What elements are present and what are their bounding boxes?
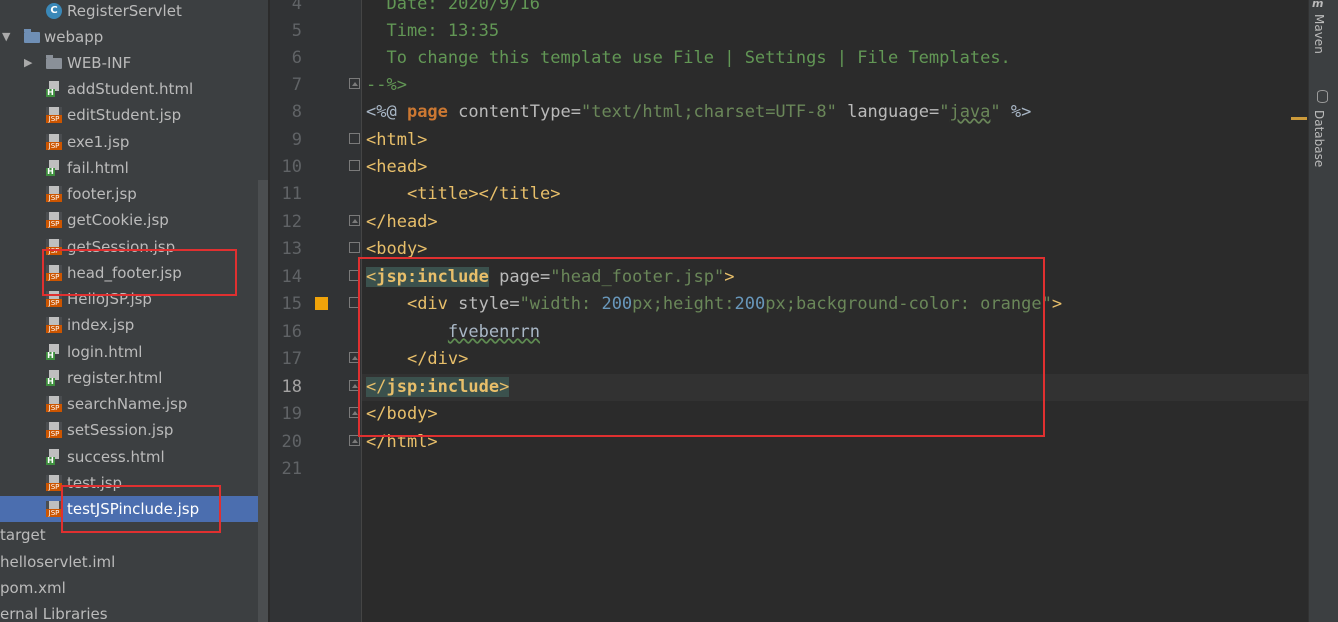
jsp-file-icon (46, 475, 62, 491)
html-file-icon (46, 449, 62, 465)
line-number: 9 (291, 130, 302, 150)
jsp-file-icon (46, 396, 62, 412)
database-tool-button[interactable]: Database (1312, 110, 1326, 167)
change-marker-icon[interactable] (315, 297, 328, 310)
code-line: --%> (366, 75, 407, 95)
folder-icon (46, 55, 62, 69)
maven-logo-icon: m (1312, 0, 1324, 10)
line-number-current: 18 (281, 377, 302, 397)
collapse-arrow-icon[interactable]: ▶ (24, 50, 32, 76)
line-number: 7 (291, 75, 302, 95)
tree-item-file[interactable]: footer.jsp (0, 181, 268, 207)
fold-marker-icon[interactable] (349, 133, 360, 144)
tree-item-file[interactable]: success.html (0, 444, 268, 470)
html-file-icon (46, 81, 62, 97)
project-tool-window: RegisterServlet ▼ webapp ▶ WEB-INF addSt… (0, 0, 268, 622)
tree-item-file[interactable]: fail.html (0, 155, 268, 181)
line-number: 6 (291, 48, 302, 68)
tree-item-file[interactable]: login.html (0, 339, 268, 365)
line-number: 8 (291, 102, 302, 122)
line-number: 13 (281, 239, 302, 259)
line-number: 21 (281, 459, 302, 479)
html-file-icon (46, 344, 62, 360)
line-number: 16 (281, 322, 302, 342)
tree-item-web-inf[interactable]: ▶ WEB-INF (0, 50, 268, 76)
tree-item-external-libraries[interactable]: ernal Libraries (0, 601, 268, 622)
tree-item-file[interactable]: index.jsp (0, 312, 268, 338)
line-number: 14 (281, 267, 302, 287)
tree-item-file[interactable]: editStudent.jsp (0, 102, 268, 128)
jsp-file-icon (46, 212, 62, 228)
annotation-box-code (358, 257, 1045, 437)
jsp-file-icon (46, 134, 62, 150)
tree-item-registerservlet[interactable]: RegisterServlet (0, 0, 268, 24)
code-line: <%@ page contentType="text/html;charset=… (366, 102, 1032, 122)
code-line: Time: 13:35 (366, 21, 500, 41)
jsp-file-icon (46, 317, 62, 333)
java-class-icon (46, 3, 62, 19)
jsp-file-icon (46, 422, 62, 438)
tree-item-file[interactable]: setSession.jsp (0, 417, 268, 443)
jsp-file-icon (46, 186, 62, 202)
code-line: Date: 2020/9/16 (366, 0, 540, 14)
tree-item-file[interactable]: register.html (0, 365, 268, 391)
tree-item-file[interactable]: searchName.jsp (0, 391, 268, 417)
scrollbar-warning-marker[interactable] (1291, 117, 1307, 120)
code-line: </head> (366, 212, 438, 232)
code-line: <title></title> (406, 184, 561, 204)
annotation-box-testjspinclude (61, 485, 221, 533)
line-number: 12 (281, 212, 302, 232)
code-line: To change this template use File | Setti… (366, 48, 1011, 68)
maven-tool-button[interactable]: Maven (1312, 14, 1326, 54)
code-line: <head> (366, 157, 428, 177)
tree-item-file[interactable]: getCookie.jsp (0, 207, 268, 233)
jsp-file-icon (46, 501, 62, 517)
tree-item-iml[interactable]: helloservlet.iml (0, 549, 268, 575)
tree-item-webapp[interactable]: ▼ webapp (0, 24, 268, 50)
code-line: <html> (366, 130, 428, 150)
line-number: 20 (281, 432, 302, 452)
line-number: 15 (281, 294, 302, 314)
folder-icon (24, 29, 40, 43)
tree-item-pom[interactable]: pom.xml (0, 575, 268, 601)
line-number: 4 (291, 0, 302, 14)
expand-arrow-icon[interactable]: ▼ (2, 24, 10, 50)
jsp-file-icon (46, 107, 62, 123)
fold-marker-icon[interactable] (349, 160, 360, 171)
tree-item-file[interactable]: addStudent.html (0, 76, 268, 102)
line-number: 17 (281, 349, 302, 369)
database-icon (1317, 90, 1328, 103)
line-number: 5 (291, 21, 302, 41)
line-number: 10 (281, 157, 302, 177)
line-number: 11 (281, 184, 302, 204)
project-scrollbar[interactable] (258, 180, 268, 622)
fold-marker-icon[interactable] (349, 215, 360, 226)
line-number: 19 (281, 404, 302, 424)
html-file-icon (46, 160, 62, 176)
annotation-box-head-footer (42, 249, 237, 296)
tree-item-file[interactable]: exe1.jsp (0, 129, 268, 155)
fold-marker-icon[interactable] (349, 242, 360, 253)
fold-marker-icon[interactable] (349, 78, 360, 89)
html-file-icon (46, 370, 62, 386)
